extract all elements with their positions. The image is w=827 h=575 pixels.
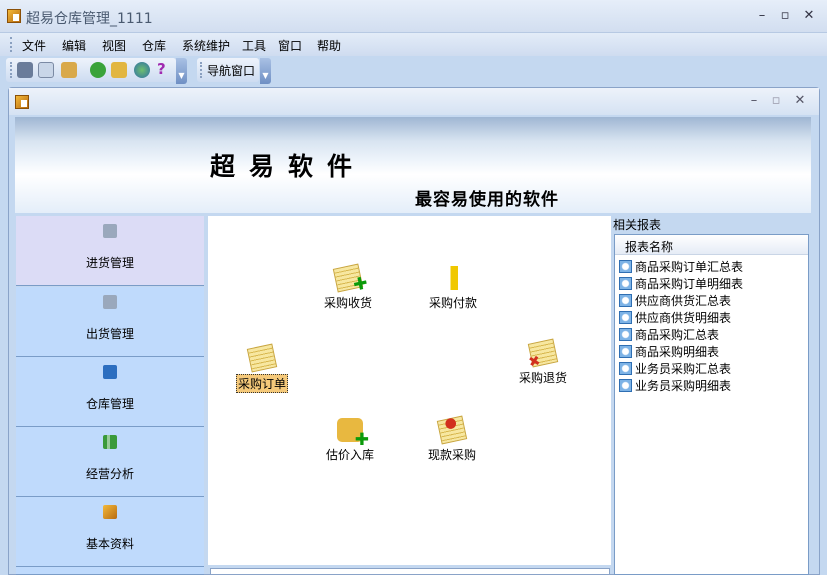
report-column-header[interactable]: 报表名称 xyxy=(615,235,808,255)
child-window-icon xyxy=(15,95,29,109)
document-delete-icon: ✖ xyxy=(527,338,559,371)
report-list[interactable]: 报表名称 商品采购订单汇总表 商品采购订单明细表 供应商供货汇总表 供应商供货明… xyxy=(614,234,809,575)
child-title-bar: – ▫ ✕ xyxy=(9,88,819,115)
action-panel: 采购订单 ✚ 采购收货 采购付款 ✖ 采购退货 ✚ 估价入库 ● 现款采购 xyxy=(208,216,611,565)
report-icon xyxy=(619,311,632,324)
report-icon xyxy=(619,277,632,290)
chart-icon xyxy=(103,435,117,449)
nav-label: 经营分析 xyxy=(85,467,134,481)
paste-icon[interactable] xyxy=(61,62,77,78)
report-label: 商品采购汇总表 xyxy=(635,328,720,342)
report-icon xyxy=(619,294,632,307)
edit-icon[interactable] xyxy=(111,62,127,78)
help-icon[interactable]: ? xyxy=(157,60,166,78)
order-edit-icon xyxy=(246,343,278,373)
refresh-icon[interactable] xyxy=(90,62,106,78)
action-cash-purchase[interactable]: ● 现款采购 xyxy=(407,414,497,463)
child-maximize-button[interactable]: ▫ xyxy=(768,93,784,108)
toolbar-overflow-button[interactable]: ▼ xyxy=(176,58,187,84)
menu-help[interactable]: 帮助 xyxy=(317,37,341,54)
report-label: 商品采购订单明细表 xyxy=(635,277,744,291)
nav-window-button[interactable]: 导航窗口 xyxy=(207,62,255,79)
cut-icon[interactable] xyxy=(17,62,33,78)
report-label: 供应商供货汇总表 xyxy=(635,294,732,308)
action-label: 采购付款 xyxy=(428,296,477,310)
menu-file[interactable]: 文件 xyxy=(22,37,46,54)
menu-edit[interactable]: 编辑 xyxy=(62,37,86,54)
action-purchase-receive[interactable]: ✚ 采购收货 xyxy=(303,263,393,311)
title-bar: 超易仓库管理_1111 – ▫ ✕ xyxy=(0,0,827,33)
folder-icon xyxy=(103,505,117,519)
nav-basic-data[interactable]: 基本资料 xyxy=(16,497,204,567)
toolbar-grip[interactable] xyxy=(10,62,12,78)
child-minimize-button[interactable]: – xyxy=(746,93,762,108)
action-estimate-stock-in[interactable]: ✚ 估价入库 xyxy=(305,418,395,463)
report-item[interactable]: 业务员采购明细表 xyxy=(619,377,731,394)
menu-tools[interactable]: 工具 xyxy=(242,37,266,54)
report-item[interactable]: 商品采购订单明细表 xyxy=(619,275,743,292)
minimize-button[interactable]: – xyxy=(754,8,770,23)
report-icon xyxy=(619,260,632,273)
menu-system[interactable]: 系统维护 xyxy=(182,37,230,54)
reports-label: 相关报表 xyxy=(613,218,662,232)
action-label: 采购订单 xyxy=(235,374,288,393)
menu-warehouse[interactable]: 仓库 xyxy=(142,37,166,54)
report-icon xyxy=(619,379,632,392)
nav-warehouse[interactable]: 仓库管理 xyxy=(16,357,204,427)
action-label: 采购退货 xyxy=(518,371,567,385)
database-icon xyxy=(103,365,117,379)
nav-purchase[interactable]: 进货管理 xyxy=(16,216,204,286)
report-label: 业务员采购汇总表 xyxy=(635,362,732,376)
action-label: 采购收货 xyxy=(323,296,372,310)
payment-hand-icon xyxy=(440,266,466,290)
document-add-icon: ✚ xyxy=(332,263,370,296)
close-button[interactable]: ✕ xyxy=(801,8,817,23)
report-icon xyxy=(619,345,632,358)
nav-label: 仓库管理 xyxy=(85,397,134,411)
nav-analysis[interactable]: 经营分析 xyxy=(16,427,204,497)
report-label: 业务员采购明细表 xyxy=(635,379,732,393)
nav-toolbar-grip[interactable] xyxy=(200,62,202,78)
report-item[interactable]: 业务员采购汇总表 xyxy=(619,360,731,377)
report-icon xyxy=(619,328,632,341)
report-icon xyxy=(619,362,632,375)
report-item[interactable]: 商品采购订单汇总表 xyxy=(619,258,743,275)
bottom-panel xyxy=(210,568,610,575)
action-purchase-payment[interactable]: 采购付款 xyxy=(408,266,498,311)
nav-toolbar-overflow-button[interactable]: ▼ xyxy=(260,58,271,84)
action-label: 估价入库 xyxy=(325,448,374,462)
action-purchase-order[interactable]: 采购订单 xyxy=(217,343,307,393)
report-item[interactable]: 商品采购汇总表 xyxy=(619,326,719,343)
globe-icon[interactable] xyxy=(134,62,150,78)
report-item[interactable]: 商品采购明细表 xyxy=(619,343,719,360)
report-item[interactable]: 供应商供货明细表 xyxy=(619,309,731,326)
report-label: 商品采购明细表 xyxy=(635,345,720,359)
action-label: 现款采购 xyxy=(427,448,476,462)
nav-more[interactable] xyxy=(16,567,204,575)
app-icon xyxy=(7,9,21,23)
action-purchase-return[interactable]: ✖ 采购退货 xyxy=(498,338,588,386)
menu-view[interactable]: 视图 xyxy=(102,37,126,54)
box-add-icon: ✚ xyxy=(337,418,369,449)
menu-bar: 文件 编辑 视图 仓库 系统维护 工具 窗口 帮助 xyxy=(0,33,827,56)
cart-icon xyxy=(103,224,117,238)
cart-icon xyxy=(103,295,117,309)
banner-subtitle: 最容易使用的软件 xyxy=(415,190,559,210)
cash-document-icon: ● xyxy=(436,414,468,445)
report-item[interactable]: 供应商供货汇总表 xyxy=(619,292,731,309)
banner: 超易软件 最容易使用的软件 xyxy=(15,117,811,213)
maximize-button[interactable]: ▫ xyxy=(777,8,793,23)
window-title: 超易仓库管理_1111 xyxy=(26,11,153,27)
nav-label: 进货管理 xyxy=(85,256,134,270)
copy-icon[interactable] xyxy=(38,62,54,78)
nav-sales[interactable]: 出货管理 xyxy=(16,287,204,357)
banner-title: 超易软件 xyxy=(210,152,367,181)
child-close-button[interactable]: ✕ xyxy=(792,93,808,108)
report-label: 供应商供货明细表 xyxy=(635,311,732,325)
menu-grip[interactable] xyxy=(10,37,12,52)
nav-label: 出货管理 xyxy=(85,327,134,341)
nav-label: 基本资料 xyxy=(85,537,134,551)
report-label: 商品采购订单汇总表 xyxy=(635,260,744,274)
menu-window[interactable]: 窗口 xyxy=(278,37,302,54)
